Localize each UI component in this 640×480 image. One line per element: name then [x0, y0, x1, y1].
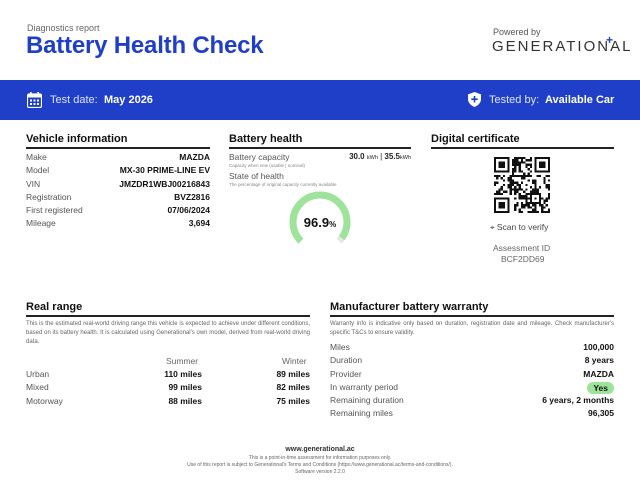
row-value: MAZDA — [583, 368, 614, 379]
row-value: MX-30 PRIME-LINE EV — [119, 165, 210, 176]
battery-capacity-value: 30.0 kWh | 35.5kWh — [300, 152, 411, 161]
capacity-nominal: 35.5 — [384, 152, 400, 161]
battery-capacity-label: Battery capacity — [229, 152, 290, 162]
tested-by-value: Available Car — [545, 94, 615, 106]
row-label: VIN — [26, 178, 41, 189]
vehicle-info-list: Make MAZDA Model MX-30 PRIME-LINE EV VIN JM… — [26, 152, 210, 232]
powered-by-label: Powered by — [493, 27, 541, 37]
range-summer: 110 miles — [164, 369, 202, 379]
range-winter: 82 miles — [276, 382, 310, 392]
vehicle-row-first-registered: First registered 07/06/2024 — [26, 205, 210, 218]
range-summer: 88 miles — [168, 396, 202, 406]
battery-health-divider — [229, 147, 411, 149]
row-label: In warranty period — [330, 381, 399, 392]
row-value: 07/06/2024 — [167, 205, 210, 216]
footer-terms-link[interactable]: Use of this report is subject to Generat… — [0, 462, 640, 468]
tested-by-label: Tested by: — [489, 94, 540, 106]
real-range-description: This is the estimated real-world driving… — [26, 321, 310, 345]
page-title: Battery Health Check — [26, 32, 264, 59]
row-value: 6 years, 2 months — [542, 395, 614, 406]
row-label: Model — [26, 165, 50, 176]
test-info-band: Test date: May 2026 Tested by: Available… — [0, 80, 640, 120]
range-row-motorway: Motorway 88 miles 75 miles — [26, 396, 310, 408]
row-value: MAZDA — [179, 152, 210, 162]
range-winter: 75 miles — [276, 396, 310, 406]
range-label: Motorway — [26, 396, 63, 406]
vehicle-row-model: Model MX-30 PRIME-LINE EV — [26, 165, 210, 178]
row-label: Registration — [26, 191, 72, 202]
vehicle-row-registration: Registration BVZ2816 — [26, 192, 210, 205]
row-value: 3,694 — [188, 218, 210, 229]
row-value: 100,000 — [583, 342, 614, 352]
warranty-row-provider: Provider MAZDA — [330, 369, 614, 382]
footer-disclaimer: This is a point-in-time assessment for i… — [248, 455, 392, 461]
soh-number: 96.9 — [303, 215, 330, 230]
row-value: 96,305 — [588, 408, 614, 419]
state-of-health-value: 96.9% — [286, 215, 354, 230]
warranty-row-miles: Miles 100,000 — [330, 342, 614, 355]
range-winter: 89 miles — [276, 369, 310, 379]
vehicle-row-make: Make MAZDA — [26, 152, 210, 165]
report-header: Diagnostics report Battery Health Check … — [0, 0, 640, 80]
row-value: BVZ2816 — [174, 191, 210, 202]
test-date-label: Test date: — [50, 94, 98, 106]
scan-label: Scan to verify — [496, 222, 549, 232]
assessment-id-value: BCF2DD69 — [501, 254, 545, 264]
battery-health-title: Battery health — [229, 133, 303, 145]
test-date-value: May 2026 — [104, 94, 153, 106]
vehicle-row-mileage: Mileage 3,694 — [26, 218, 210, 231]
vehicle-info-title: Vehicle information — [26, 133, 128, 145]
status-badge: Yes — [587, 381, 614, 394]
footer-software-version: Software version 2.2.0 — [295, 469, 345, 475]
assessment-id-label: Assessment ID — [493, 243, 551, 253]
qr-scan-icon: ⌖ — [490, 223, 495, 232]
shield-plus-icon — [468, 92, 481, 107]
footer-website-link[interactable]: www.generational.ac — [0, 446, 640, 453]
row-label: Mileage — [26, 218, 56, 229]
warranty-row-duration: Duration 8 years — [330, 355, 614, 368]
range-summer-header: Summer — [166, 356, 199, 366]
vehicle-info-divider — [26, 147, 210, 149]
warranty-list: Miles 100,000 Duration 8 years Provider MAZ… — [330, 342, 614, 422]
capacity-separator: | — [380, 152, 383, 161]
real-range-divider — [26, 315, 310, 317]
state-of-health-note: The percentage of original capacity curr… — [229, 182, 337, 187]
battery-capacity-note: Capacity when new (usable | nominal) — [229, 163, 305, 168]
scan-to-verify[interactable]: ⌖ Scan to verify — [490, 222, 548, 233]
range-row-urban: Urban 110 miles 89 miles — [26, 369, 310, 381]
warranty-row-in-period: In warranty period Yes — [330, 381, 614, 395]
capacity-unit: kWh — [400, 155, 411, 161]
capacity-usable: 30.0 — [349, 152, 365, 161]
row-label: Miles — [330, 342, 350, 352]
row-value: JMZDR1WBJ00216843 — [119, 178, 210, 189]
qr-code[interactable] — [494, 157, 550, 213]
warranty-row-remaining-duration: Remaining duration 6 years, 2 months — [330, 395, 614, 408]
row-label: First registered — [26, 205, 83, 216]
row-label: Remaining duration — [330, 395, 404, 406]
row-label: Provider — [330, 368, 362, 379]
range-summer: 99 miles — [168, 382, 202, 392]
capacity-unit: kWh — [366, 155, 378, 161]
range-label: Urban — [26, 369, 50, 379]
row-label: Duration — [330, 355, 363, 366]
row-value: 8 years — [584, 355, 614, 366]
brand-plus-mark: + — [606, 33, 614, 47]
range-label: Mixed — [26, 382, 49, 392]
warranty-divider — [330, 315, 614, 317]
certificate-divider — [431, 147, 614, 149]
calendar-icon — [27, 92, 42, 108]
warranty-title: Manufacturer battery warranty — [330, 301, 489, 313]
row-label: Remaining miles — [330, 408, 393, 419]
state-of-health-label: State of health — [229, 171, 284, 181]
warranty-row-remaining-miles: Remaining miles 96,305 — [330, 408, 614, 421]
row-label: Make — [26, 152, 47, 162]
range-row-mixed: Mixed 99 miles 82 miles — [26, 382, 310, 394]
vehicle-row-vin: VIN JMZDR1WBJ00216843 — [26, 179, 210, 192]
certificate-title: Digital certificate — [431, 133, 520, 145]
range-winter-header: Winter — [282, 356, 307, 366]
soh-unit: % — [329, 220, 337, 229]
warranty-description: Warranty info is indicative only based o… — [330, 321, 614, 336]
real-range-title: Real range — [26, 301, 83, 313]
